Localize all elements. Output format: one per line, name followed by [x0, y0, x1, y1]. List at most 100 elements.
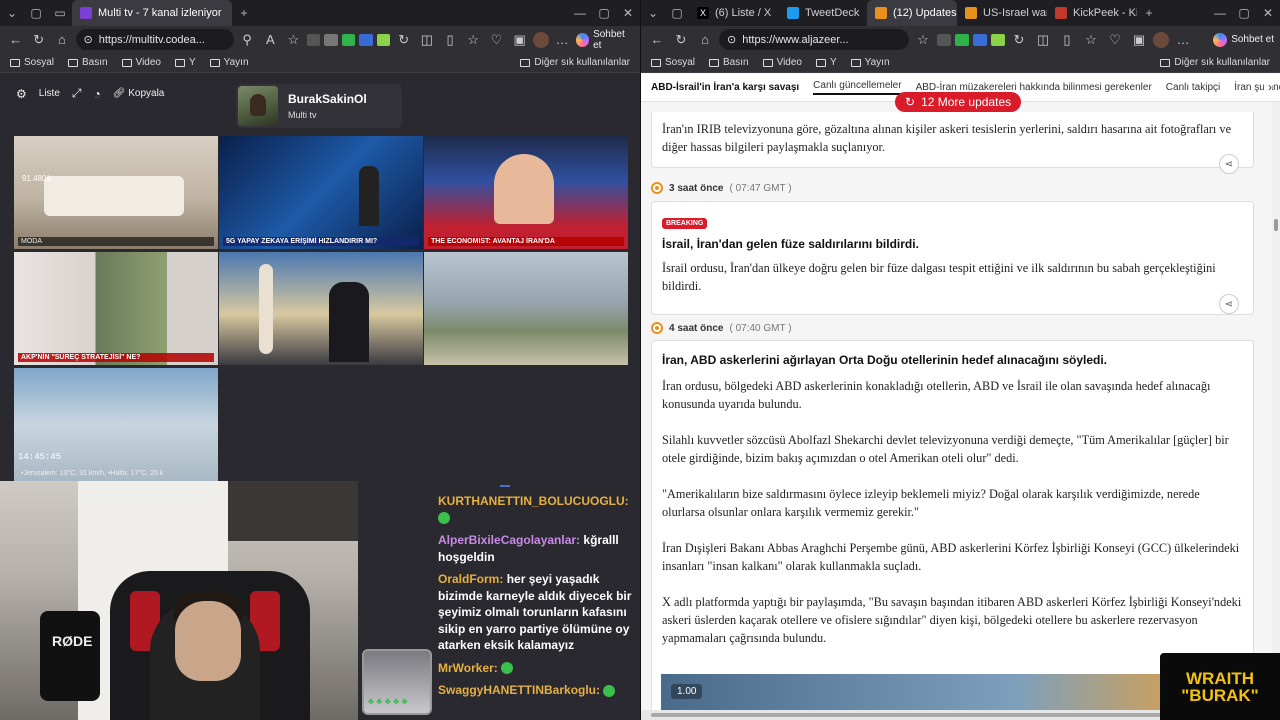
tab-menu-icon[interactable]: ⌄: [641, 0, 665, 26]
list-button[interactable]: Liste: [39, 88, 60, 99]
font-icon[interactable]: A: [261, 32, 280, 47]
favorite-folder[interactable]: Basın: [709, 57, 749, 68]
reload-icon[interactable]: ↻: [29, 32, 48, 48]
copilot-button[interactable]: Sohbet et: [1213, 32, 1274, 47]
fullscreen-icon[interactable]: ⤢: [72, 86, 82, 101]
scroll-thumb[interactable]: [1274, 219, 1278, 231]
stream-tile-4[interactable]: AKP'NİN "SÜREÇ STRATEJİSİ" NE?: [14, 252, 218, 365]
new-tab-icon[interactable]: +: [1137, 0, 1161, 26]
extension-icon[interactable]: [991, 33, 1005, 46]
refresh-ext-icon[interactable]: ↻: [1009, 32, 1029, 48]
collections-icon[interactable]: ▣: [510, 32, 529, 48]
split-screen-icon[interactable]: ◫: [417, 32, 436, 48]
tab-menu-icon[interactable]: ⌄: [0, 0, 24, 26]
favorite-folder[interactable]: Video: [762, 57, 802, 68]
copy-button[interactable]: 🔗︎ Kopyala: [113, 88, 165, 99]
nav-item[interactable]: Canlı güncellemeler: [813, 80, 902, 95]
workspaces-icon[interactable]: ▢: [665, 0, 689, 26]
favorite-folder[interactable]: Basın: [68, 57, 108, 68]
more-icon[interactable]: …: [1173, 32, 1193, 47]
refresh-ext-icon[interactable]: ↻: [394, 32, 413, 48]
favorite-star-icon[interactable]: ☆: [913, 32, 933, 48]
stream-tile-6[interactable]: [424, 252, 628, 365]
stream-tile-5[interactable]: [219, 252, 423, 365]
tab-us-israel[interactable]: US-Israel war: [957, 0, 1047, 26]
favorites-icon[interactable]: ☆: [464, 32, 483, 48]
close-window-icon[interactable]: ✕: [616, 0, 640, 26]
sidebar-icon[interactable]: ▯: [1057, 32, 1077, 48]
folder-icon: [175, 58, 185, 67]
collections-icon[interactable]: ▣: [1129, 32, 1149, 48]
minimize-icon[interactable]: —: [1208, 0, 1232, 26]
extension-icon[interactable]: [955, 33, 969, 46]
close-window-icon[interactable]: ✕: [1256, 0, 1280, 26]
back-icon[interactable]: ←: [647, 32, 667, 47]
stream-tile-1[interactable]: 91.480₺ MODA: [14, 136, 218, 249]
address-bar[interactable]: ⊙ https://multitv.codea...: [75, 29, 234, 50]
tab-actions-icon[interactable]: ▭: [48, 0, 72, 26]
nav-item[interactable]: ABD-İsrail'in İran'a karşı savaşı: [651, 82, 799, 93]
favorites-icon[interactable]: ☆: [1081, 32, 1101, 48]
heart-icon[interactable]: ♡: [1105, 32, 1125, 48]
home-icon[interactable]: ⌂: [695, 32, 715, 47]
heart-icon[interactable]: ♡: [487, 32, 506, 48]
stream-tile-7[interactable]: 14:45:45 •Jerusalem: 13°C, 31 km/h, •Hai…: [14, 368, 218, 481]
tab-multitv[interactable]: Multi tv - 7 kanal izleniyor ✕: [72, 0, 232, 26]
stream-tile-2[interactable]: 5G YAPAY ZEKAYA ERİŞİMİ HIZLANDIRIR MI?: [219, 136, 423, 249]
minimize-icon[interactable]: —: [568, 0, 592, 26]
maximize-icon[interactable]: ▢: [592, 0, 616, 26]
address-bar[interactable]: ⊙ https://www.aljazeer...: [719, 29, 909, 50]
extension-icon[interactable]: [973, 33, 987, 46]
reload-icon[interactable]: ↻: [671, 32, 691, 48]
workspaces-icon[interactable]: ▢: [24, 0, 48, 26]
settings-gear-icon[interactable]: ⚙: [16, 87, 27, 101]
stream-tile-3[interactable]: THE ECONOMIST: AVANTAJ İRAN'DA: [424, 136, 628, 249]
more-updates-button[interactable]: ↻ 12 More updates: [895, 92, 1022, 112]
back-icon[interactable]: ←: [6, 32, 25, 47]
favorite-folder[interactable]: Y: [816, 57, 837, 68]
profile-avatar[interactable]: [1153, 31, 1169, 48]
favorite-folder[interactable]: Yayın: [850, 57, 890, 68]
extension-icon[interactable]: [376, 33, 391, 46]
new-tab-icon[interactable]: +: [232, 0, 256, 26]
scroll-thumb[interactable]: [651, 713, 1161, 717]
chevron-right-icon[interactable]: ›: [1264, 80, 1272, 94]
channel-profile-card[interactable]: BurakSakinOl Multi tv: [236, 84, 402, 128]
reader-icon[interactable]: ⚲: [238, 32, 257, 48]
timer-icon[interactable]: ◔: [94, 87, 101, 101]
more-icon[interactable]: …: [553, 32, 572, 47]
favorite-star-icon[interactable]: ☆: [284, 32, 303, 48]
favorite-folder[interactable]: Sosyal: [651, 57, 695, 68]
favorites-bar: Sosyal Basın Video Y Yayın Diğer sık kul…: [0, 53, 640, 73]
presenter-shape: [359, 166, 379, 226]
favorite-folder[interactable]: Sosyal: [10, 57, 54, 68]
tab-updates[interactable]: (12) Updates: [867, 0, 957, 26]
share-icon[interactable]: ⋖: [1219, 294, 1239, 314]
tab-tweetdeck[interactable]: TweetDeck: [779, 0, 867, 26]
sidebar-icon[interactable]: ▯: [440, 32, 459, 48]
extension-icon[interactable]: [324, 33, 338, 46]
other-favorites[interactable]: Diğer sık kullanılanlar: [520, 57, 630, 68]
maximize-icon[interactable]: ▢: [1232, 0, 1256, 26]
favorite-folder[interactable]: Y: [175, 57, 196, 68]
extension-icon[interactable]: [307, 33, 321, 46]
tab-kickpeek[interactable]: KickPeek - Kic: [1047, 0, 1137, 26]
split-screen-icon[interactable]: ◫: [1033, 32, 1053, 48]
favorite-folder[interactable]: Yayın: [209, 57, 249, 68]
extension-icon[interactable]: [359, 33, 373, 46]
share-icon[interactable]: ⋖: [1219, 154, 1239, 174]
extension-icon[interactable]: [937, 33, 951, 46]
tip-jar: [362, 649, 432, 715]
vertical-scrollbar[interactable]: [1272, 102, 1280, 720]
tab-x[interactable]: X (6) Liste / X: [689, 0, 779, 26]
nav-item[interactable]: Canlı takipçi: [1166, 82, 1220, 93]
favorite-folder[interactable]: Video: [121, 57, 161, 68]
streamer-face: [175, 601, 241, 681]
nav-item[interactable]: İran şu anda dah: [1234, 82, 1280, 93]
home-icon[interactable]: ⌂: [52, 32, 71, 47]
copilot-button[interactable]: Sohbet et: [575, 29, 634, 51]
extension-icon[interactable]: [341, 33, 356, 46]
other-favorites[interactable]: Diğer sık kullanılanlar: [1160, 57, 1270, 68]
profile-avatar[interactable]: [533, 31, 549, 48]
tab-label: TweetDeck: [805, 7, 860, 19]
